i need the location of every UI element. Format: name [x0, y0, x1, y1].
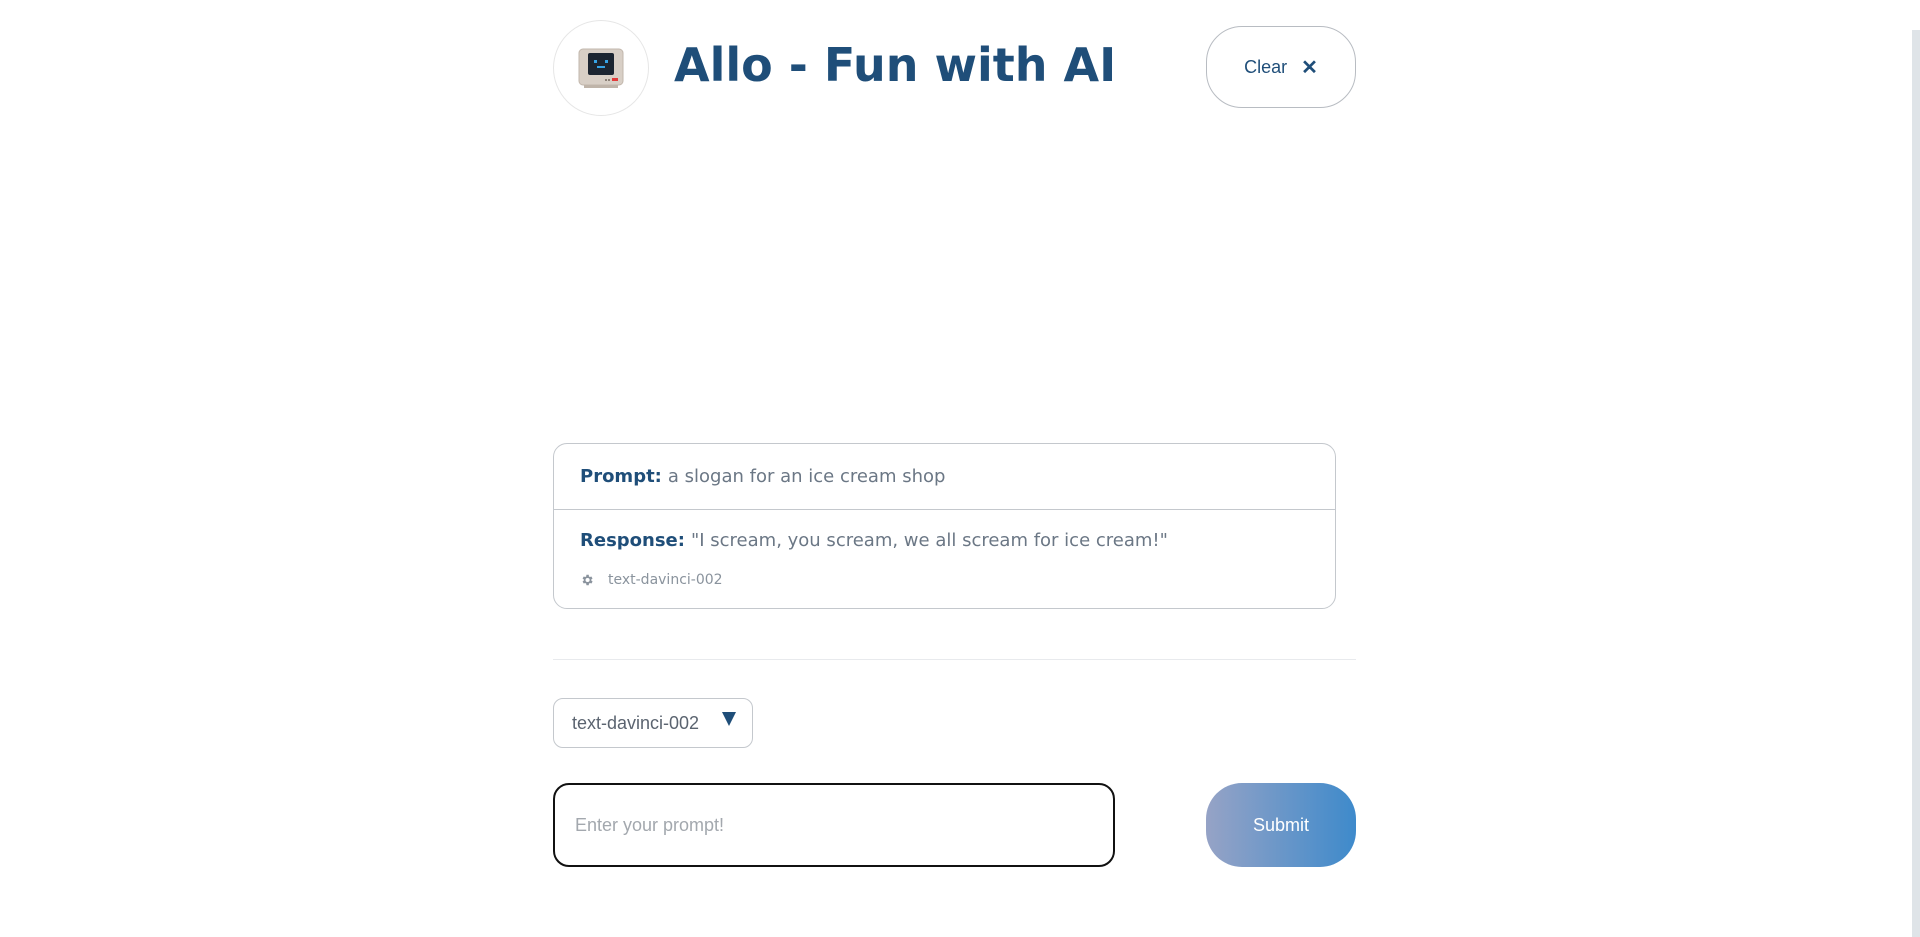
scrollbar[interactable] — [1906, 0, 1920, 937]
prompt-text: a slogan for an ice cream shop — [667, 466, 946, 487]
app-logo — [553, 20, 649, 116]
response-row: Response: "I scream, you scream, we all s… — [554, 510, 1335, 610]
response-line: Response: "I scream, you scream, we all s… — [580, 530, 1168, 551]
divider — [553, 659, 1356, 660]
header: Allo - Fun with AI Clear ✕ — [553, 20, 1356, 116]
gear-icon — [582, 574, 593, 586]
app-page: Allo - Fun with AI Clear ✕ Prompt: a slo… — [0, 0, 1920, 937]
submit-button[interactable]: Submit — [1206, 783, 1356, 867]
page-title: Allo - Fun with AI — [674, 38, 1117, 92]
clear-button[interactable]: Clear ✕ — [1206, 26, 1356, 108]
response-text: "I scream, you scream, we all scream for… — [690, 530, 1168, 551]
model-name: text-davinci-002 — [608, 572, 723, 588]
close-icon: ✕ — [1301, 56, 1318, 79]
model-select-value: text-davinci-002 — [572, 712, 700, 733]
prompt-row: Prompt: a slogan for an ice cream shop — [554, 444, 1335, 510]
chevron-down-icon — [722, 712, 736, 726]
prompt-input[interactable] — [553, 783, 1115, 867]
response-label: Response: — [580, 530, 685, 551]
model-select[interactable]: text-davinci-002 — [553, 698, 753, 748]
robot-computer-icon — [578, 48, 624, 88]
scrollbar-thumb[interactable] — [1912, 30, 1920, 937]
model-meta: text-davinci-002 — [580, 572, 723, 588]
clear-button-label: Clear — [1244, 56, 1288, 77]
prompt-label: Prompt: — [580, 466, 662, 487]
history-item: Prompt: a slogan for an ice cream shop R… — [553, 443, 1336, 609]
